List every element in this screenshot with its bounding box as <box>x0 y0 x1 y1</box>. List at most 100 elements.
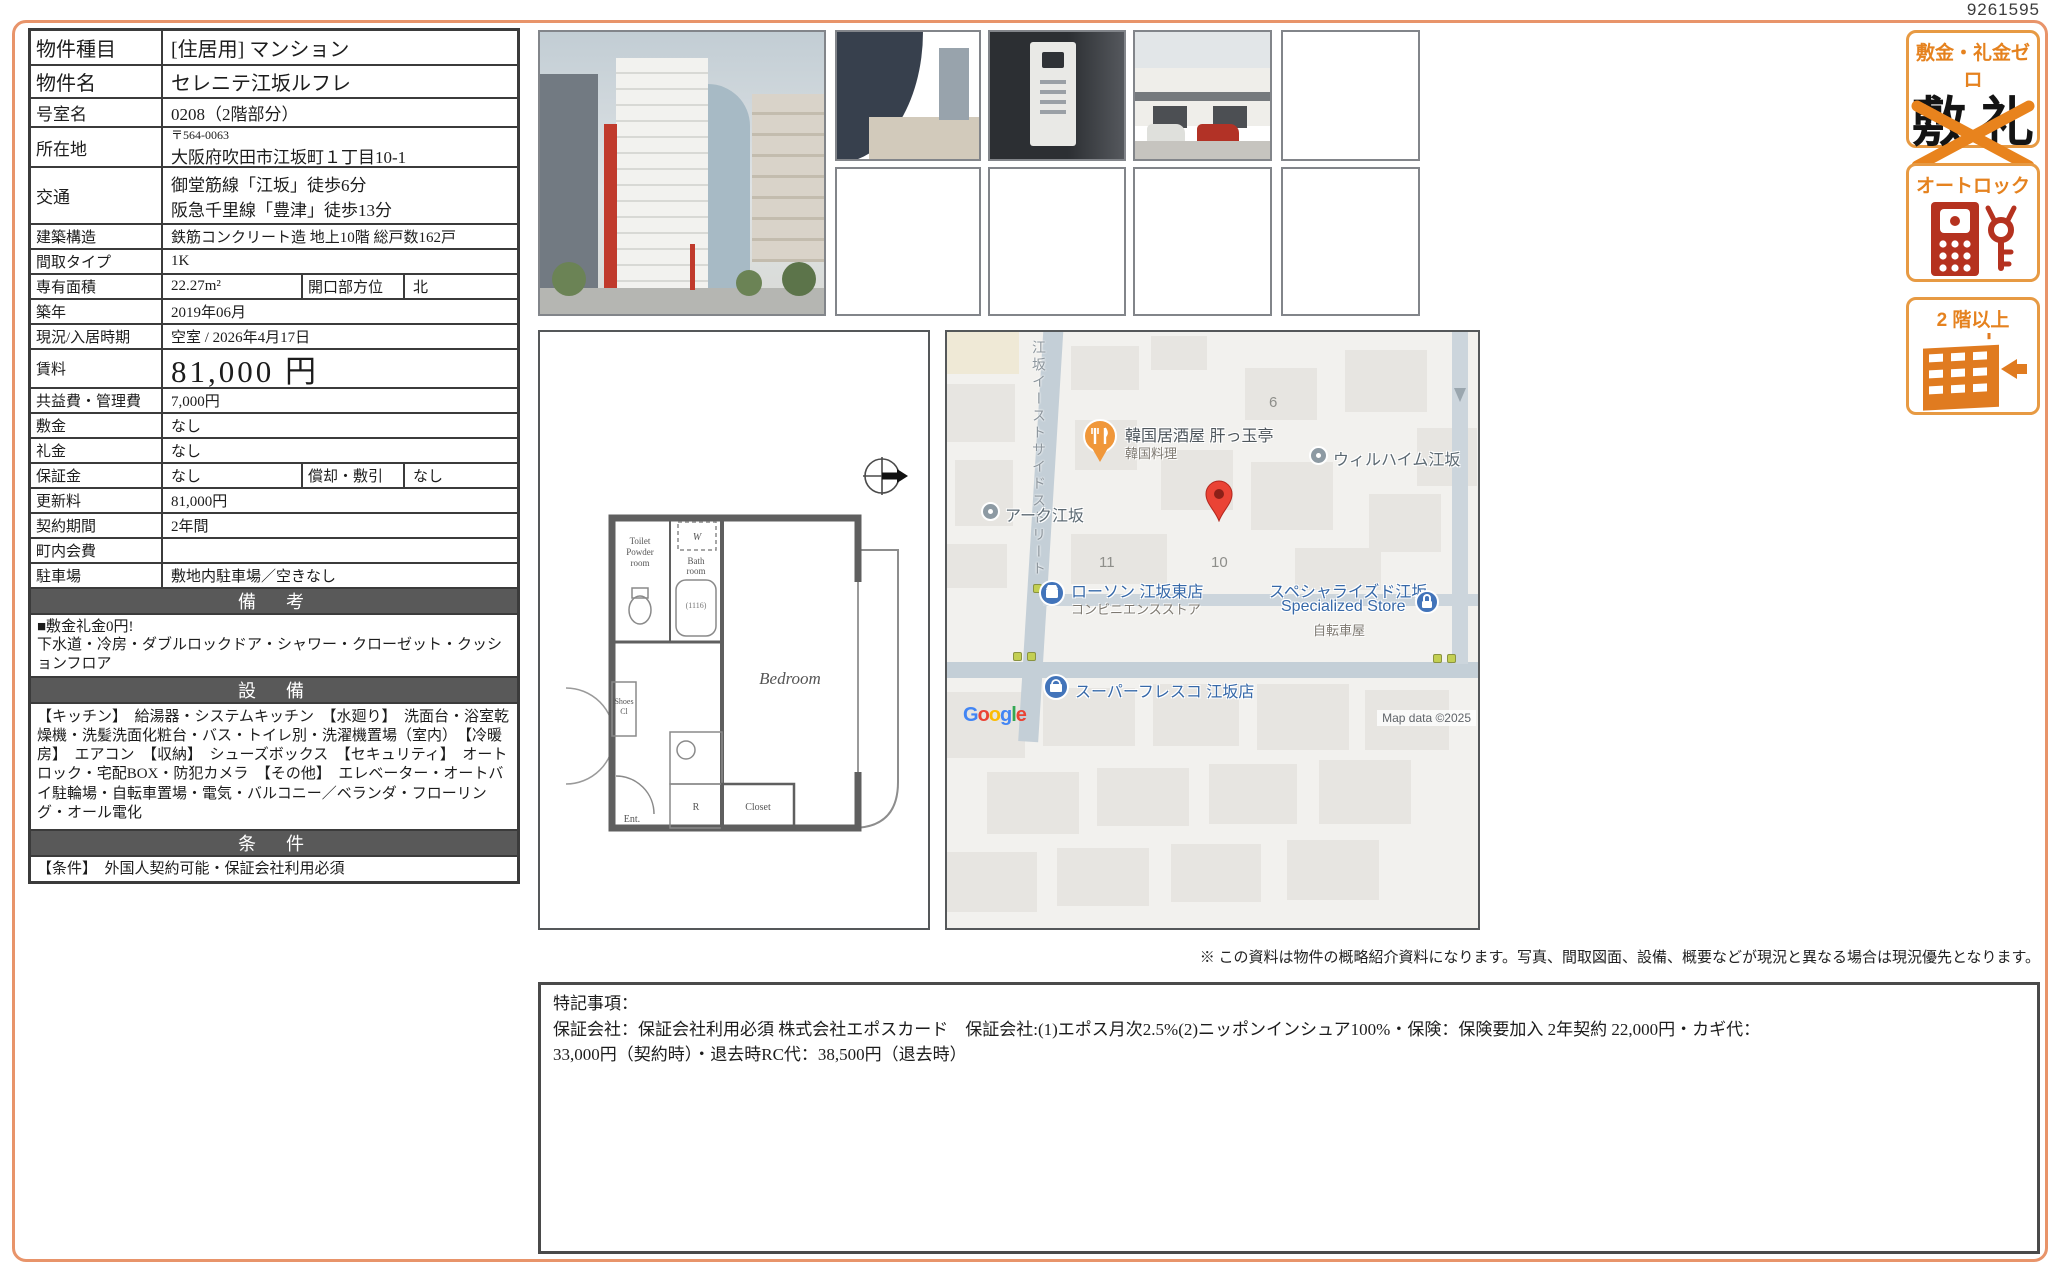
row-label: 間取タイプ <box>31 250 163 273</box>
row-label-2: 償却・敷引 <box>303 464 405 487</box>
autolock-intercom-key-icon <box>1923 200 2023 280</box>
row-label: 町内会費 <box>31 539 163 562</box>
traffic-light-icon <box>1433 654 1442 663</box>
row-value: [住居用] マンション <box>163 31 517 64</box>
row-label: 所在地 <box>31 128 163 166</box>
table-row: 所在地 〒564-0063 大阪府吹田市江坂町１丁目10-1 <box>31 126 517 166</box>
poi-label-fresco: スーパーフレスコ 江坂店 <box>1075 678 1254 702</box>
room-label-bedroom: Bedroom <box>759 669 821 688</box>
place-marker-icon <box>1309 446 1328 465</box>
special-notes-box: 特記事項： 保証会社：保証会社利用必須 株式会社エポスカード 保証会社:(1)エ… <box>538 982 2040 1254</box>
table-row: 物件名 セレニテ江坂ルフレ <box>31 64 517 97</box>
remarks-header: 備 考 <box>31 587 517 613</box>
photo-shape <box>752 94 824 262</box>
row-value: なし <box>163 414 517 437</box>
table-row: 駐車場 敷地内駐車場／空きなし <box>31 562 517 587</box>
postal-code: 〒564-0063 <box>171 126 229 143</box>
map-block <box>1369 494 1441 552</box>
photo-shape <box>782 262 816 296</box>
room-label-shoes: Cl <box>620 707 628 716</box>
row-value: 1K <box>163 250 517 273</box>
row-value: 22.27m² <box>163 275 303 298</box>
room-label-entrance: Ent. <box>624 814 640 825</box>
table-row: 更新料 81,000円 <box>31 487 517 512</box>
traffic-light-icon <box>1447 654 1456 663</box>
place-marker-icon <box>981 502 1000 521</box>
table-row: 敷金 なし <box>31 412 517 437</box>
address: 大阪府吹田市江坂町１丁目10-1 <box>171 143 406 168</box>
room-label-shoes: Shoes <box>614 697 633 706</box>
marker-dot <box>988 509 993 514</box>
map-street-right <box>1452 332 1468 664</box>
map-street-major <box>947 662 1480 678</box>
photo-shape <box>690 244 695 290</box>
photo-shape <box>1135 141 1270 159</box>
property-pin-icon <box>1205 480 1233 522</box>
badge-no-deposit-no-key-money: 敷金・礼金ゼロ 敷 礼 <box>1906 30 2040 148</box>
photo-shape <box>552 262 586 296</box>
map-block <box>1319 760 1411 824</box>
table-row: 町内会費 <box>31 537 517 562</box>
photo-shape <box>708 84 750 290</box>
row-value: 0208（2階部分） <box>163 99 517 126</box>
room-label-bath: room <box>687 566 706 576</box>
map-block-number: 11 <box>1099 554 1115 571</box>
notes-line: 33,000円（契約時）・退去時RC代：38,500円（退去時） <box>553 1042 2025 1068</box>
photo-intercom-panel <box>988 30 1126 161</box>
photo-placeholder-empty <box>1281 167 1420 316</box>
poi-label-specialized-sub: 自転車屋 <box>1313 620 1365 639</box>
row-label: 共益費・管理費 <box>31 389 163 412</box>
table-row: 保証金 なし 償却・敷引 なし <box>31 462 517 487</box>
conditions-header: 条 件 <box>31 829 517 855</box>
conditions-content: 【条件】 外国人契約可能・保証会社利用必須 <box>31 855 517 881</box>
map-block <box>947 384 1015 442</box>
row-value: 空室 / 2026年4月17日 <box>163 325 517 348</box>
map-block <box>1151 336 1207 370</box>
photo-shape <box>1040 80 1066 120</box>
table-row: 物件種目 [住居用] マンション <box>31 31 517 64</box>
remarks-content: ■敷金礼金0円! 下水道・冷房・ダブルロックドア・シャワー・クローゼット・クッシ… <box>31 613 517 676</box>
row-label: 駐車場 <box>31 564 163 587</box>
rent-value: 81,000 円 <box>163 350 517 387</box>
row-label: 敷金 <box>31 414 163 437</box>
table-row-rent: 賃料 81,000 円 <box>31 348 517 387</box>
notes-line: 保証会社：保証会社利用必須 株式会社エポスカード 保証会社:(1)エポス月次2.… <box>553 1017 2025 1043</box>
row-value: なし <box>163 464 303 487</box>
badge-title: オートロック <box>1909 171 2037 198</box>
photo-shape <box>604 124 617 290</box>
row-label: 現況/入居時期 <box>31 325 163 348</box>
photo-shape <box>736 270 762 296</box>
room-label-bath: Bath <box>688 556 705 566</box>
photo-shape <box>1135 32 1270 68</box>
photo-placeholder-empty <box>1281 30 1420 161</box>
row-label: 物件名 <box>31 66 163 97</box>
row-label: 号室名 <box>31 99 163 126</box>
row-value <box>163 539 517 562</box>
poi-label-wilheim: ウィルハイム江坂 <box>1333 446 1460 470</box>
map-block <box>947 332 1019 374</box>
logo-letter: o <box>978 704 989 726</box>
table-row: 間取タイプ 1K <box>31 248 517 273</box>
photo-placeholder-empty <box>988 167 1126 316</box>
traffic-light-icon <box>1013 652 1022 661</box>
notes-title: 特記事項： <box>553 991 2025 1017</box>
table-row: 建築構造 鉄筋コンクリート造 地上10階 総戸数162戸 <box>31 223 517 248</box>
table-row: 築年 2019年06月 <box>31 298 517 323</box>
badge-title: 2 階以上 <box>1909 305 2037 332</box>
room-label-toilet: Powder <box>626 547 654 557</box>
floor-plan: Bedroom Toilet Powder room Bath room (11… <box>538 330 930 930</box>
photo-shape <box>1135 92 1270 101</box>
google-logo: Google <box>963 704 1026 727</box>
map-block <box>1057 848 1149 906</box>
row-label: 交通 <box>31 168 163 223</box>
table-row: 現況/入居時期 空室 / 2026年4月17日 <box>31 323 517 348</box>
map-block <box>1257 684 1349 750</box>
traffic-light-icon <box>1027 652 1036 661</box>
logo-letter: G <box>963 704 978 726</box>
row-value: 〒564-0063 大阪府吹田市江坂町１丁目10-1 <box>163 128 517 166</box>
lock-marker-icon <box>1415 590 1439 614</box>
row-value: 鉄筋コンクリート造 地上10階 総戸数162戸 <box>163 225 517 248</box>
map-block <box>1245 368 1317 420</box>
table-row: 専有面積 22.27m² 開口部方位 北 <box>31 273 517 298</box>
photo-interior-hallway <box>835 30 981 161</box>
